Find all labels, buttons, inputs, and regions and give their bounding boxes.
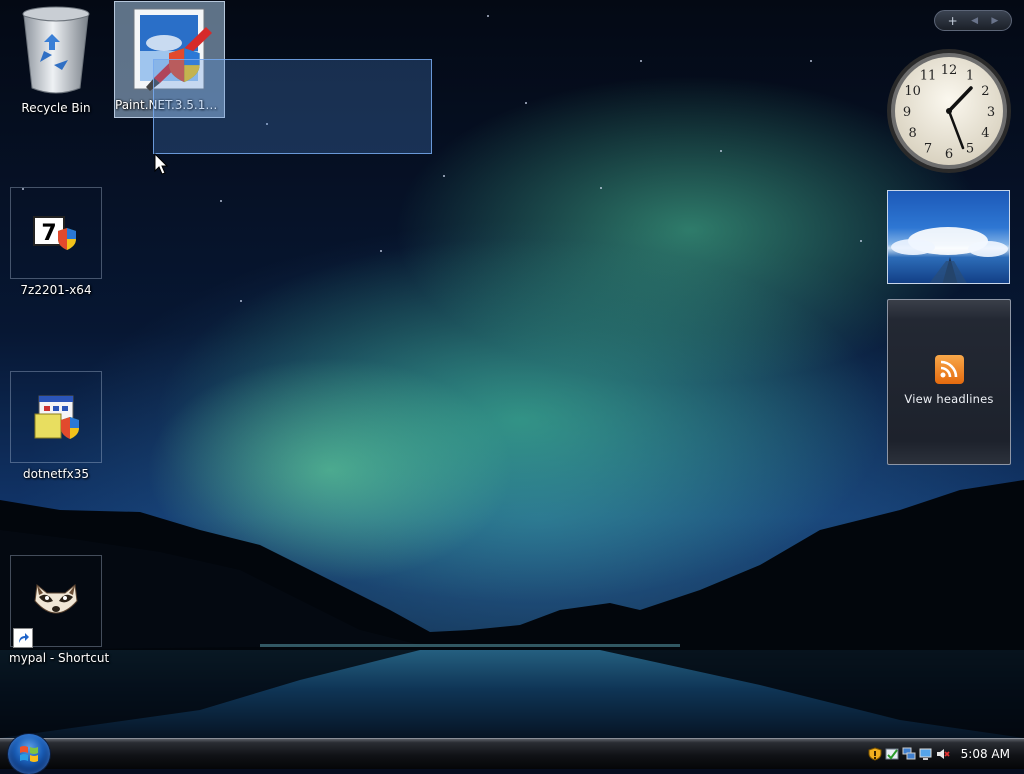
volume-muted-icon[interactable] — [936, 747, 950, 761]
previous-page-button[interactable]: ◀ — [971, 16, 978, 26]
recycle-bin-label: Recycle Bin — [21, 101, 91, 115]
clock-numeral: 12 — [941, 63, 958, 78]
slideshow-gadget[interactable] — [887, 190, 1010, 284]
monitor-network-icon[interactable] — [919, 747, 933, 761]
dotnetfx35-label: dotnetfx35 — [23, 467, 89, 481]
clock-numeral: 5 — [966, 141, 974, 156]
rss-feed-icon — [934, 354, 964, 384]
windows-update-icon[interactable] — [885, 747, 899, 761]
slideshow-image — [891, 227, 1008, 283]
clock-numeral: 1 — [966, 69, 974, 84]
taskbar-clock[interactable]: 5:08 AM — [961, 747, 1010, 761]
desktop-icon-7z2201[interactable]: 7 7z2201-x64 — [9, 187, 103, 297]
start-button[interactable] — [8, 734, 50, 774]
clock-numeral: 4 — [981, 126, 989, 141]
mypal-label: mypal - Shortcut — [9, 651, 110, 665]
svg-text:7: 7 — [41, 221, 56, 246]
desktop-icon-recycle-bin[interactable]: Recycle Bin — [9, 2, 103, 115]
recycle-bin-icon — [22, 6, 90, 93]
desktop-icon-mypal-shortcut[interactable]: mypal - Shortcut — [9, 555, 110, 665]
clock-numeral: 6 — [945, 147, 953, 162]
mouse-pointer-icon — [154, 153, 169, 175]
windows-logo-icon — [20, 746, 38, 762]
next-page-button[interactable]: ▶ — [991, 16, 998, 26]
security-shield-icon[interactable] — [868, 747, 882, 761]
clock-gadget[interactable]: 12 12 3 45678 9 1011 — [886, 48, 1012, 174]
clock-numeral: 3 — [987, 105, 995, 120]
shortcut-arrow-icon — [13, 628, 33, 648]
add-gadget-button[interactable]: + — [948, 14, 958, 28]
feed-headlines-gadget[interactable]: View headlines — [887, 299, 1011, 465]
drag-selection-rectangle — [153, 59, 432, 154]
desktop[interactable]: Recycle Bin Paint.NET.3.5.11.In... — [0, 0, 1024, 738]
mypal-raccoon-icon — [34, 584, 78, 614]
mountains-lake — [0, 480, 1024, 738]
clock-numeral: 11 — [920, 69, 937, 84]
network-icon[interactable] — [902, 747, 916, 761]
desktop-icon-dotnetfx35[interactable]: dotnetfx35 — [9, 371, 103, 481]
view-headlines-link[interactable]: View headlines — [904, 392, 993, 406]
clock-numeral: 10 — [904, 84, 921, 99]
clock-numeral: 7 — [924, 141, 932, 156]
sidebar-gadget-controls[interactable]: + ◀ ▶ — [934, 10, 1012, 31]
system-tray: 5:08 AM — [868, 739, 1024, 769]
7zip-installer-icon: 7 — [33, 216, 76, 250]
7z2201-label: 7z2201-x64 — [20, 283, 92, 297]
clock-numeral: 2 — [981, 84, 989, 99]
clock-numeral: 9 — [903, 105, 911, 120]
taskbar: 5:08 AM — [0, 734, 1024, 774]
clock-numeral: 8 — [908, 126, 916, 141]
dotnetfx-installer-icon — [34, 395, 79, 439]
